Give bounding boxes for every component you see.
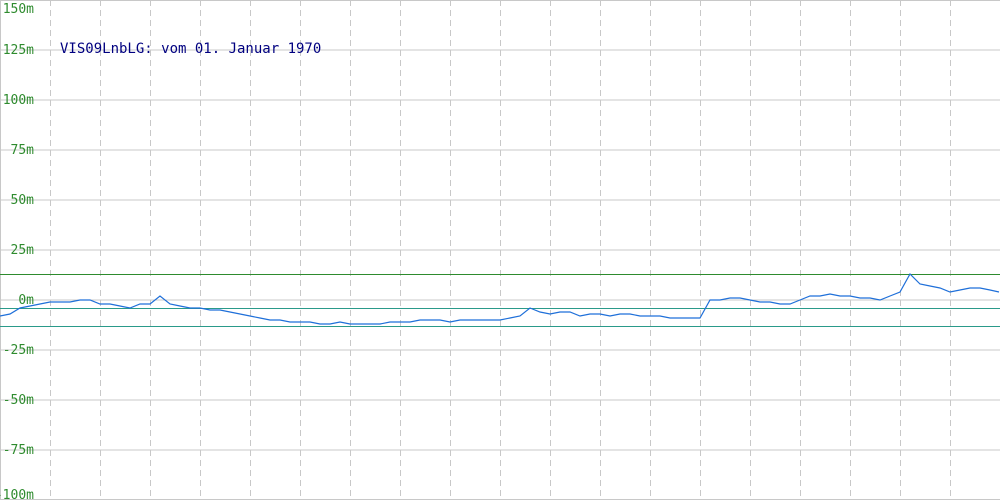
tick-labels-layer: 150m 125m 100m 75m 50m 25m 0m -25m -50m -75m -100m [0,2,34,500]
y-tick-label: -100m [0,488,34,500]
chart-title: VIS09LnbLG: vom 01. Januar 1970 [60,41,321,57]
y-tick-label: 25m [11,243,35,258]
y-tick-label: -25m [3,343,34,358]
y-tick-label: 50m [11,193,35,208]
y-tick-label: -50m [3,393,34,408]
series-layer [0,273,1000,325]
y-tick-label: 75m [11,143,35,158]
y-tick-label: 0m [18,293,34,308]
series-line [0,273,1000,325]
grid-layer [0,0,1000,500]
y-tick-label: 100m [3,93,34,108]
chart-svg: 150m 125m 100m 75m 50m 25m 0m -25m -50m -75m -100m… [0,0,1000,500]
y-tick-label: -75m [3,443,34,458]
y-tick-label: 125m [3,43,34,58]
y-tick-label: 150m [3,2,34,17]
